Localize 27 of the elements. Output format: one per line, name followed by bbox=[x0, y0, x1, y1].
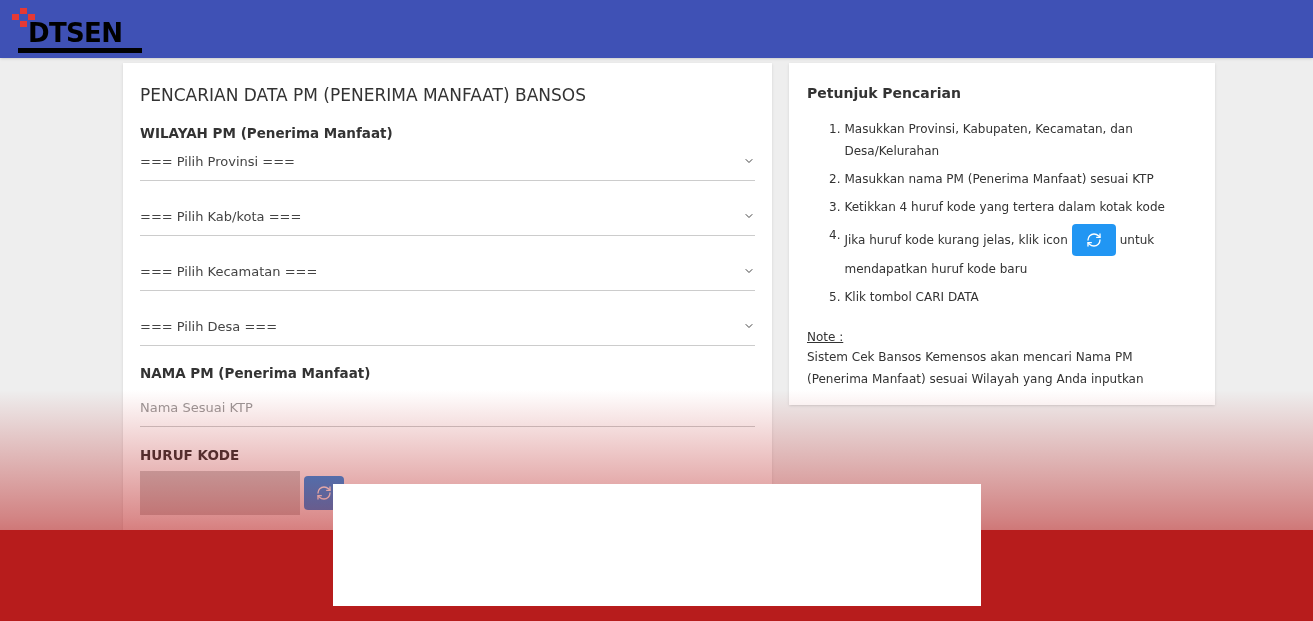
note-text: Sistem Cek Bansos Kemensos akan mencari Nama PM (Penerima Manfaat) sesuai Wilayah yang Anda inputkan bbox=[807, 349, 1145, 388]
refresh-icon bbox=[316, 485, 332, 502]
region-label: WILAYAH PM (Penerima Manfaat) bbox=[140, 123, 394, 143]
step-number: 4. bbox=[829, 227, 841, 244]
form-title: PENCARIAN DATA PM (PENERIMA MANFAAT) BANSOS bbox=[140, 84, 587, 107]
dropdown[interactable]: === Pilih Kab/kota === bbox=[140, 197, 755, 236]
note-label: Note : bbox=[807, 329, 845, 346]
step-text: Ketikkan 4 huruf kode yang tertera dalam kotak kode bbox=[844, 199, 1165, 216]
step-text: untuk bbox=[1119, 232, 1155, 249]
step-number: 2. bbox=[829, 171, 841, 188]
step-number: 3. bbox=[829, 199, 841, 216]
dropdown[interactable]: === Pilih Provinsi === bbox=[140, 142, 755, 181]
step-number: 5. bbox=[829, 289, 841, 306]
step-text: Masukkan nama PM (Penerima Manfaat) sesuai KTP bbox=[844, 171, 1154, 188]
name-label: NAMA PM (Penerima Manfaat) bbox=[140, 363, 372, 383]
refresh-icon bbox=[1085, 232, 1102, 248]
step-text: Klik tombol CARI DATA bbox=[844, 289, 979, 306]
step-text: Jika huruf kode kurang jelas, klik icon bbox=[844, 232, 1068, 249]
logo-text: DTSEN bbox=[28, 19, 123, 46]
dropdown[interactable]: === Pilih Desa === bbox=[140, 307, 755, 346]
step-text: Masukkan Provinsi, Kabupaten, Kecamatan, dan Desa/Kelurahan bbox=[844, 121, 1134, 160]
code-label: HURUF KODE bbox=[140, 446, 241, 465]
name-input[interactable]: Nama Sesuai KTP bbox=[140, 389, 755, 427]
step-number: 1. bbox=[829, 121, 841, 138]
step-text: mendapatkan huruf kode baru bbox=[844, 261, 1029, 278]
guide-title: Petunjuk Pencarian bbox=[807, 84, 962, 103]
dropdown[interactable]: === Pilih Kecamatan === bbox=[140, 252, 755, 291]
